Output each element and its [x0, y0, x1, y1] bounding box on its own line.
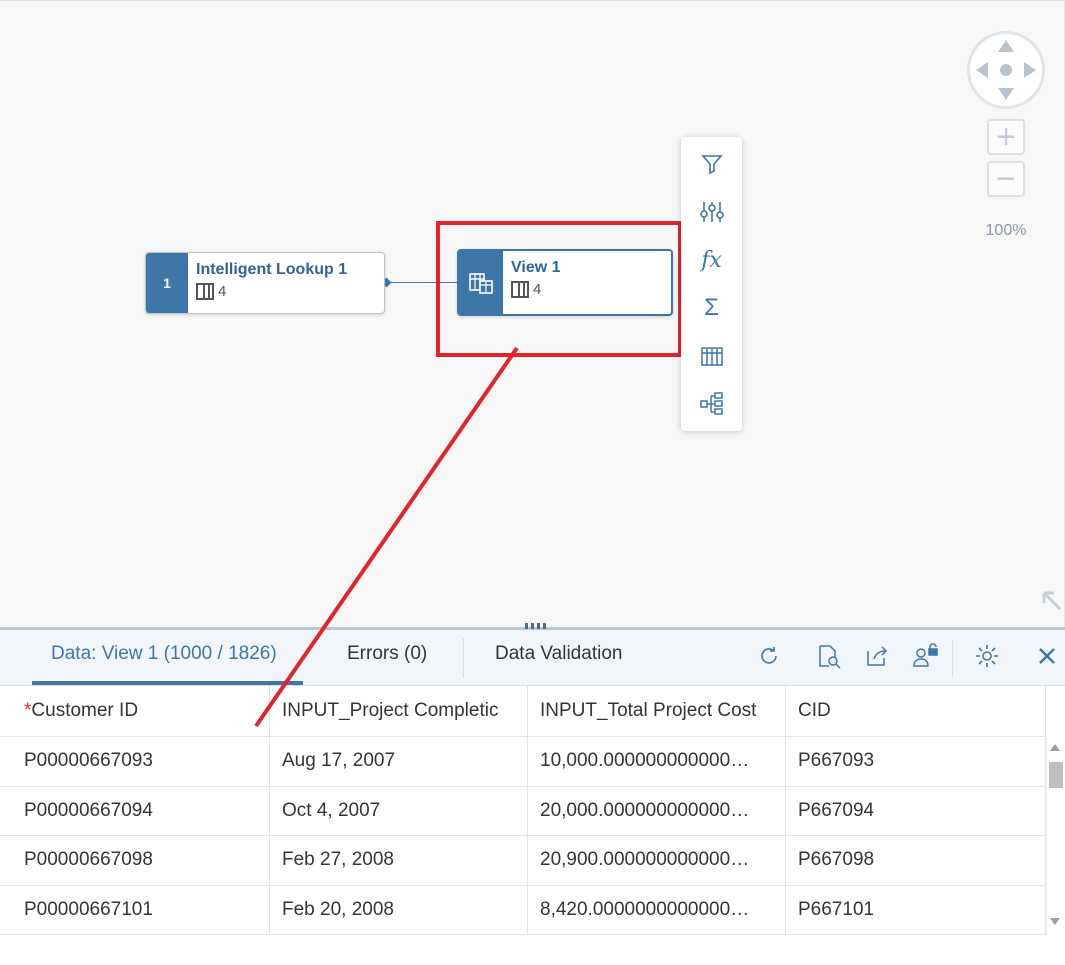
node-title: Intelligent Lookup 1	[196, 261, 348, 278]
table-cell: Oct 4, 2007	[270, 786, 528, 835]
table-cell: Feb 20, 2008	[270, 885, 528, 934]
tab-data-validation[interactable]: Data Validation	[495, 630, 622, 686]
toolbar-divider	[952, 640, 953, 676]
table-cell: P667101	[786, 885, 1046, 934]
sum-icon[interactable]: Σ	[697, 293, 727, 323]
zoom-out-button[interactable]: −	[987, 161, 1025, 197]
data-preview-panel: Data: View 1 (1000 / 1826) Errors (0) Da…	[0, 623, 1065, 965]
table-row[interactable]: P00000667093 Aug 17, 2007 10,000.0000000…	[0, 737, 1046, 787]
columns-icon[interactable]	[697, 341, 727, 371]
filter-icon[interactable]	[697, 149, 727, 179]
tab-data[interactable]: Data: View 1 (1000 / 1826)	[51, 630, 277, 686]
panel-tabbar: Data: View 1 (1000 / 1826) Errors (0) Da…	[0, 630, 1065, 686]
share-icon	[867, 646, 888, 666]
column-header[interactable]: INPUT_Project Completic	[270, 686, 528, 736]
formula-icon[interactable]: fx	[697, 245, 727, 275]
node-tool-palette: fx Σ	[681, 137, 742, 431]
zoom-level: 100%	[985, 222, 1027, 239]
active-tab-indicator	[32, 681, 303, 685]
table-cell: P00000667093	[0, 737, 270, 786]
columns-icon	[196, 283, 214, 300]
close-button[interactable]	[1032, 641, 1062, 671]
pan-arrows-icon	[976, 40, 1036, 100]
table-cell: 20,000.000000000000…	[528, 786, 786, 835]
table-header: * Customer ID INPUT_Project Completic INP…	[0, 686, 1046, 737]
refresh-button[interactable]	[754, 641, 784, 671]
table-cell: P00000667101	[0, 885, 270, 934]
permissions-button[interactable]	[910, 641, 940, 671]
minus-icon: −	[996, 160, 1016, 198]
refresh-icon	[761, 647, 777, 664]
table-cell: 10,000.000000000000…	[528, 737, 786, 786]
annotation-highlight-box	[436, 221, 682, 357]
table-cell: 8,420.0000000000000…	[528, 885, 786, 934]
tab-errors[interactable]: Errors (0)	[347, 630, 427, 686]
table-cell: Feb 27, 2008	[270, 836, 528, 885]
table-cell: 20,900.000000000000…	[528, 836, 786, 885]
flow-canvas[interactable]: + − 100% 1 Intelligent Lookup 1 4 View 1…	[0, 0, 1065, 627]
table-cell: P00000667098	[0, 836, 270, 885]
close-icon	[1039, 648, 1055, 664]
table-cell: P667098	[786, 836, 1046, 885]
table-row[interactable]: P00000667094 Oct 4, 2007 20,000.00000000…	[0, 786, 1046, 836]
document-search-icon	[819, 645, 841, 669]
table-row[interactable]: P00000667098 Feb 27, 2008 20,900.0000000…	[0, 836, 1046, 886]
required-marker: *	[24, 700, 32, 721]
gear-icon	[976, 645, 998, 667]
node-index: 1	[146, 253, 188, 313]
data-table: * Customer ID INPUT_Project Completic INP…	[0, 686, 1046, 935]
adjust-icon[interactable]	[697, 197, 727, 227]
vertical-scrollbar[interactable]	[1046, 736, 1065, 936]
table-cell: P00000667094	[0, 786, 270, 835]
column-header[interactable]: * Customer ID	[0, 686, 270, 736]
column-header[interactable]: CID	[786, 686, 1046, 736]
node-column-count: 4	[218, 283, 227, 300]
table-cell: P667093	[786, 737, 1046, 786]
settings-button[interactable]	[972, 641, 1002, 671]
table-cell: P667094	[786, 786, 1046, 835]
zoom-in-button[interactable]: +	[987, 119, 1025, 155]
export-button[interactable]	[862, 641, 892, 671]
tab-divider	[463, 638, 464, 678]
plus-icon: +	[996, 118, 1016, 156]
user-lock-icon	[913, 643, 938, 667]
column-header[interactable]: INPUT_Total Project Cost	[528, 686, 786, 736]
scroll-thumb[interactable]	[1049, 762, 1063, 788]
collapse-corner-icon[interactable]	[1040, 589, 1064, 613]
table-cell: Aug 17, 2007	[270, 737, 528, 786]
node-intelligent-lookup[interactable]: 1 Intelligent Lookup 1 4	[145, 252, 385, 314]
inspect-button[interactable]	[814, 641, 844, 671]
hierarchy-icon[interactable]	[697, 389, 727, 419]
scroll-up-icon[interactable]	[1050, 744, 1060, 751]
navigation-pad[interactable]	[967, 31, 1045, 109]
table-row[interactable]: P00000667101 Feb 20, 2008 8,420.00000000…	[0, 885, 1046, 935]
scroll-down-icon[interactable]	[1050, 918, 1060, 925]
